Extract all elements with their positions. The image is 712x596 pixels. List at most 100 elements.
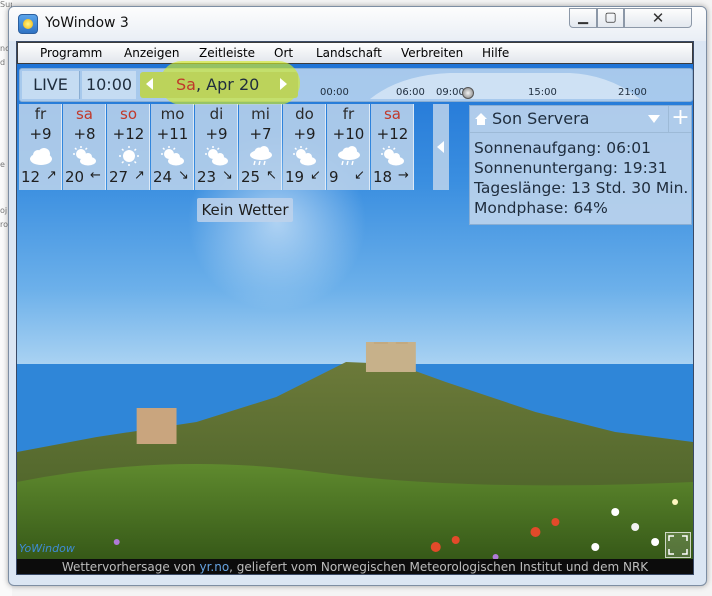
wind-direction-arrow-icon: ↗ — [134, 168, 145, 183]
landscape-illustration — [17, 342, 693, 574]
next-day-arrow-icon[interactable] — [280, 78, 287, 90]
forecast-day-name: mo — [160, 105, 185, 123]
previous-day-arrow-icon[interactable] — [146, 78, 153, 90]
footer-suffix: , geliefert vom Norwegischen Meteorologi… — [229, 560, 649, 574]
sun-cloud-icon — [73, 146, 96, 166]
location-header[interactable]: Son Servera + — [470, 106, 691, 133]
forecast-wind-speed: 12 — [21, 168, 41, 186]
timeline-tick: 15:00 — [528, 87, 557, 98]
forecast-wind-speed: 19 — [285, 168, 305, 186]
forecast-collapse-button[interactable] — [433, 104, 449, 190]
menu-landschaft[interactable]: Landschaft — [316, 46, 382, 60]
wind-direction-arrow-icon: ↙ — [310, 168, 321, 183]
minimize-button[interactable]: ▁ — [569, 8, 597, 28]
timeline-tick: 00:00 — [320, 87, 349, 98]
window-title: YoWindow 3 — [45, 15, 129, 31]
location-panel: Son Servera + Sonnenaufgang: 06:01 Sonne… — [469, 105, 692, 225]
forecast-temp: +8 — [73, 125, 96, 143]
timeline-bar: LIVE 10:00 Sa , Apr 20 00:00 06:00 09:00… — [19, 61, 693, 105]
sun-icon — [119, 146, 139, 166]
moon-phase-info: Mondphase: 64% — [474, 199, 608, 217]
forecast-wind-speed: 23 — [197, 168, 217, 186]
forecast-temp: +7 — [249, 125, 272, 143]
forecast-day-name: di — [209, 105, 224, 123]
menu-ort[interactable]: Ort — [274, 46, 293, 60]
location-dropdown-icon[interactable] — [648, 115, 660, 123]
yr-no-link[interactable]: yr.no — [199, 560, 229, 574]
sun-cloud-icon — [205, 146, 228, 166]
forecast-day[interactable]: fr +9 12 ↗ — [19, 104, 62, 190]
forecast-day-name: fr — [342, 105, 355, 123]
fullscreen-icon[interactable] — [665, 532, 691, 558]
forecast-day-name: sa — [383, 105, 401, 123]
add-location-button[interactable]: + — [668, 106, 692, 132]
forecast-day[interactable]: sa +8 20 ← — [63, 104, 106, 190]
collapse-arrow-icon — [437, 141, 444, 153]
forecast-day[interactable]: fr +10 9 ↙ — [327, 104, 370, 190]
forecast-day-name: mi — [251, 105, 270, 123]
live-button[interactable]: LIVE — [22, 71, 80, 99]
menu-bar: Programm Anzeigen Zeitleiste Ort Landsch… — [17, 42, 693, 64]
forecast-temp: +9 — [205, 125, 228, 143]
wind-direction-arrow-icon: ↖ — [266, 168, 277, 183]
forecast-wind-speed: 24 — [153, 168, 173, 186]
menu-anzeigen[interactable]: Anzeigen — [124, 46, 179, 60]
forecast-temp: +10 — [332, 125, 365, 143]
forecast-day[interactable]: mo +11 24 ↘ — [151, 104, 194, 190]
attribution-footer: Wettervorhersage von yr.no, geliefert vo… — [17, 559, 693, 574]
forecast-day-name: fr — [34, 105, 47, 123]
yowindow-app-icon — [18, 14, 38, 34]
rain-icon — [250, 146, 272, 166]
wind-direction-arrow-icon: ↘ — [222, 168, 233, 183]
forecast-wind-speed: 20 — [65, 168, 85, 186]
timeline-slider-knob[interactable] — [462, 87, 474, 99]
forecast-day[interactable]: do +9 19 ↙ — [283, 104, 326, 190]
location-name: Son Servera — [492, 109, 590, 128]
forecast-day-name: do — [295, 105, 314, 123]
forecast-day[interactable]: di +9 23 ↘ — [195, 104, 238, 190]
maximize-button[interactable]: ▢ — [597, 8, 624, 28]
forecast-day-name: so — [120, 105, 137, 123]
sun-cloud-icon — [381, 146, 404, 166]
timeline-tick: 21:00 — [618, 87, 647, 98]
forecast-strip: fr +9 12 ↗ sa +8 20 ← so +12 27 ↗ mo +11… — [19, 104, 433, 190]
menu-hilfe[interactable]: Hilfe — [482, 46, 509, 60]
forecast-day[interactable]: sa +12 18 → — [371, 104, 414, 190]
close-button[interactable]: ✕ — [624, 8, 692, 28]
no-weather-label[interactable]: Kein Wetter — [197, 198, 293, 222]
sunset-info: Sonnenuntergang: 19:31 — [474, 159, 668, 177]
forecast-temp: +9 — [29, 125, 52, 143]
sun-cloud-icon — [161, 146, 184, 166]
timeline-tick: 06:00 — [396, 87, 425, 98]
forecast-temp: +9 — [293, 125, 316, 143]
forecast-wind-speed: 18 — [373, 168, 393, 186]
wind-direction-arrow-icon: ↘ — [178, 168, 189, 183]
forecast-temp: +11 — [156, 125, 189, 143]
timeline-tick: 09:00 — [436, 87, 465, 98]
weather-view: Programm Anzeigen Zeitleiste Ort Landsch… — [16, 41, 694, 575]
wind-direction-arrow-icon: → — [398, 168, 409, 183]
forecast-day[interactable]: mi +7 25 ↖ — [239, 104, 282, 190]
forecast-day[interactable]: so +12 27 ↗ — [107, 104, 150, 190]
wind-direction-arrow-icon: ↙ — [354, 168, 365, 183]
menu-programm[interactable]: Programm — [40, 46, 102, 60]
footer-prefix: Wettervorhersage von — [61, 560, 200, 574]
forecast-day-name: sa — [75, 105, 93, 123]
home-icon — [475, 113, 487, 125]
yowindow-brand-link[interactable]: YoWindow — [19, 542, 75, 555]
date-navigator: Sa , Apr 20 — [140, 72, 298, 98]
menu-verbreiten[interactable]: Verbreiten — [401, 46, 463, 60]
title-bar[interactable]: YoWindow 3 ▁ ▢ ✕ — [9, 7, 706, 41]
forecast-wind-speed: 25 — [241, 168, 261, 186]
time-display[interactable]: 10:00 — [82, 71, 136, 99]
rain-icon — [338, 146, 360, 166]
cloud-icon — [30, 148, 52, 165]
sun-cloud-icon — [293, 146, 316, 166]
forecast-wind-speed: 9 — [329, 168, 339, 186]
date-text: , Apr 20 — [196, 75, 260, 94]
menu-zeitleiste[interactable]: Zeitleiste — [199, 46, 255, 60]
forecast-wind-speed: 27 — [109, 168, 129, 186]
wind-direction-arrow-icon: ← — [90, 168, 101, 183]
forecast-temp: +12 — [112, 125, 145, 143]
sunrise-info: Sonnenaufgang: 06:01 — [474, 139, 651, 157]
